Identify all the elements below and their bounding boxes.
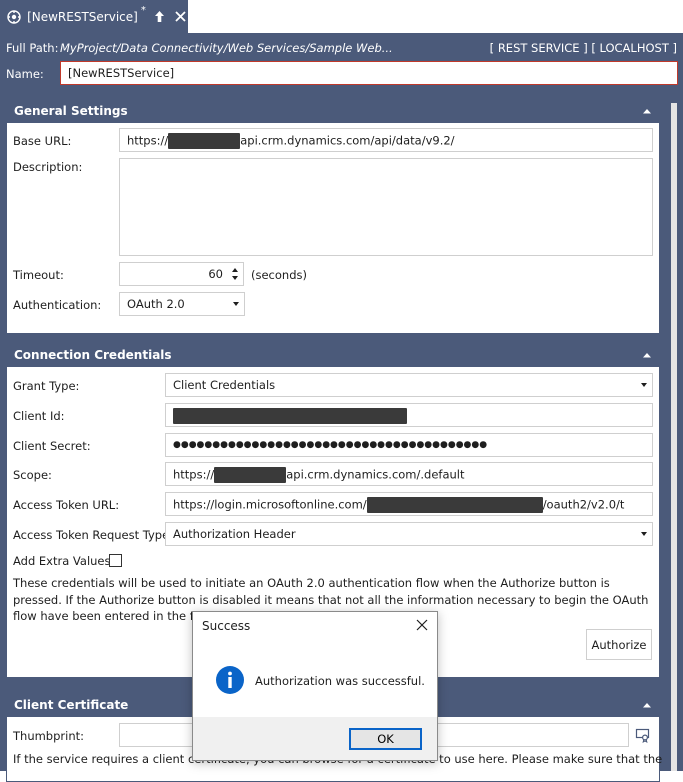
scope-label: Scope: xyxy=(13,468,52,482)
base-url-prefix: https:// xyxy=(127,133,169,148)
redacted-client-id xyxy=(173,408,407,424)
authorize-button[interactable]: Authorize xyxy=(586,629,652,660)
collapse-up-icon[interactable] xyxy=(641,699,653,711)
add-extra-values-checkbox[interactable] xyxy=(109,554,122,567)
timeout-value: 60 xyxy=(208,267,223,281)
general-settings-title: General Settings xyxy=(14,104,128,118)
grant-type-label: Grant Type: xyxy=(13,379,80,393)
scope-input[interactable]: https:// api.crm.dynamics.com/.default xyxy=(165,462,653,486)
general-settings-section: General Settings Base URL: https:// api.c… xyxy=(6,98,660,334)
info-icon xyxy=(216,666,244,694)
full-path-value: MyProject/Data Connectivity/Web Services… xyxy=(60,41,393,55)
name-input[interactable] xyxy=(60,61,678,85)
timeout-unit: (seconds) xyxy=(251,268,307,282)
full-path-label: Full Path: xyxy=(6,41,59,55)
spin-arrows-icon[interactable] xyxy=(231,266,239,282)
grant-type-select[interactable]: Client Credentials xyxy=(165,373,653,397)
chevron-down-icon xyxy=(641,383,647,387)
client-id-label: Client Id: xyxy=(13,409,65,423)
timeout-label: Timeout: xyxy=(13,268,64,282)
dialog-title: Success xyxy=(202,619,251,633)
service-context-info: [ REST SERVICE ] [ LOCALHOST ] xyxy=(489,41,677,55)
redacted-tenant xyxy=(168,133,241,149)
chevron-down-icon xyxy=(233,302,239,306)
token-url-prefix: https://login.microsoftonline.com/ xyxy=(173,497,367,512)
redacted-tenant-id xyxy=(366,497,543,513)
access-token-url-input[interactable]: https://login.microsoftonline.com/ /oauth… xyxy=(165,492,653,516)
client-secret-label: Client Secret: xyxy=(13,439,91,453)
general-settings-header[interactable]: General Settings xyxy=(7,99,659,123)
base-url-input[interactable]: https:// api.crm.dynamics.com/api/data/v9… xyxy=(119,128,653,152)
close-icon[interactable] xyxy=(415,618,429,632)
connection-credentials-header[interactable]: Connection Credentials xyxy=(7,343,659,367)
timeout-stepper[interactable]: 60 xyxy=(119,262,244,286)
chevron-down-icon xyxy=(641,532,647,536)
close-icon[interactable] xyxy=(173,8,188,26)
access-token-url-label: Access Token URL: xyxy=(13,498,120,512)
base-url-label: Base URL: xyxy=(13,134,72,148)
token-request-type-value: Authorization Header xyxy=(173,527,296,541)
collapse-up-icon[interactable] xyxy=(641,349,653,361)
certificate-browse-icon[interactable] xyxy=(635,727,651,743)
dialog-body: Authorization was successful. xyxy=(193,645,437,717)
client-secret-input[interactable]: ●●●●●●●●●●●●●●●●●●●●●●●●●●●●●●●●●●●●●●●● xyxy=(165,433,653,457)
tab-modified-marker: * xyxy=(140,5,146,16)
vertical-scrollbar[interactable] xyxy=(671,103,677,771)
token-request-type-select[interactable]: Authorization Header xyxy=(165,522,653,546)
thumbprint-label: Thumbprint: xyxy=(13,729,84,743)
base-url-suffix: api.crm.dynamics.com/api/data/v9.2/ xyxy=(240,133,455,148)
description-input[interactable] xyxy=(119,158,653,256)
scope-prefix: https:// xyxy=(173,467,215,482)
grant-type-value: Client Credentials xyxy=(173,378,276,392)
authentication-label: Authentication: xyxy=(13,298,102,312)
redacted-tenant xyxy=(214,467,287,483)
token-url-suffix: /oauth2/v2.0/t xyxy=(542,497,625,512)
dialog-footer: OK xyxy=(193,717,437,760)
tab-title: [NewRESTService] xyxy=(27,9,138,24)
client-certificate-title: Client Certificate xyxy=(14,698,129,712)
description-label: Description: xyxy=(13,160,83,174)
service-gear-icon xyxy=(6,8,21,26)
ok-button[interactable]: OK xyxy=(349,728,422,750)
token-request-type-label: Access Token Request Type: xyxy=(13,528,174,542)
scope-suffix: api.crm.dynamics.com/.default xyxy=(286,467,465,482)
tab-strip: [NewRESTService] * xyxy=(0,0,683,33)
connection-credentials-title: Connection Credentials xyxy=(14,348,172,362)
authentication-value: OAuth 2.0 xyxy=(127,297,185,311)
authentication-select[interactable]: OAuth 2.0 xyxy=(119,292,245,316)
dialog-message: Authorization was successful. xyxy=(255,674,425,688)
tab-new-rest-service[interactable]: [NewRESTService] * xyxy=(0,0,188,33)
name-label: Name: xyxy=(6,67,44,81)
client-id-input[interactable] xyxy=(165,403,653,427)
pin-icon[interactable] xyxy=(152,8,167,26)
add-extra-values-label: Add Extra Values xyxy=(13,554,111,568)
success-dialog: Success Authorization was successful. OK xyxy=(192,611,438,761)
collapse-up-icon[interactable] xyxy=(641,105,653,117)
